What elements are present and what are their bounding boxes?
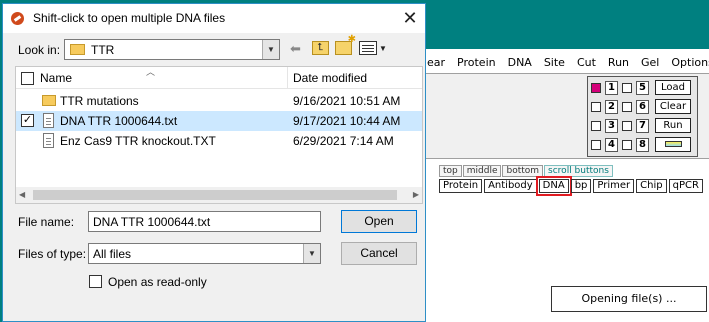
file-type-label: Files of type:: [18, 247, 87, 261]
cancel-button[interactable]: Cancel: [341, 242, 417, 265]
lane-4-number: 4: [605, 138, 618, 152]
gel-image-icon: [665, 141, 682, 147]
chevron-down-icon[interactable]: ▼: [303, 244, 320, 263]
antibody-button[interactable]: Antibody: [484, 179, 537, 193]
menu-item-gel[interactable]: Gel: [635, 56, 665, 69]
look-in-label: Look in:: [18, 43, 61, 57]
horizontal-scrollbar[interactable]: ◀ ▶: [16, 187, 422, 203]
file-row-ttr-mutations[interactable]: TTR mutations 9/16/2021 10:51 AM: [16, 91, 422, 111]
file-type-value: All files: [93, 247, 132, 261]
file-date: 9/17/2021 10:44 AM: [293, 114, 401, 128]
lane-6-checkbox[interactable]: [622, 102, 632, 112]
gel-image-button[interactable]: [655, 137, 691, 152]
tab-bottom[interactable]: bottom: [502, 165, 544, 177]
chevron-down-icon[interactable]: ▼: [262, 40, 279, 59]
folder-icon: [70, 44, 85, 55]
close-icon[interactable]: ✕: [395, 4, 425, 33]
clear-button[interactable]: Clear: [655, 99, 691, 114]
file-date: 9/16/2021 10:51 AM: [293, 94, 401, 108]
tab-scroll-buttons[interactable]: scroll buttons: [544, 165, 613, 177]
chip-button[interactable]: Chip: [636, 179, 667, 193]
select-all-checkbox[interactable]: [21, 72, 34, 85]
view-menu-icon[interactable]: [359, 41, 377, 55]
new-folder-icon[interactable]: [335, 34, 356, 55]
lane-5-number: 5: [636, 81, 649, 95]
tab-top[interactable]: top: [439, 165, 462, 177]
look-in-dropdown[interactable]: TTR ▼: [64, 39, 280, 60]
app-tab-strip: top middle bottom scroll buttons: [439, 165, 614, 177]
scrollbar-thumb[interactable]: [33, 190, 397, 200]
read-only-checkbox[interactable]: [89, 275, 102, 288]
app-icon: [11, 12, 24, 25]
menu-item-protein[interactable]: Protein: [451, 56, 502, 69]
file-name: Enz Cas9 TTR knockout.TXT: [60, 134, 216, 148]
protein-button[interactable]: Protein: [439, 179, 483, 193]
lane-7-number: 7: [636, 119, 649, 133]
folder-icon: [42, 95, 56, 106]
file-date: 6/29/2021 7:14 AM: [293, 134, 394, 148]
load-button[interactable]: Load: [655, 80, 691, 95]
file-name-label: File name:: [18, 215, 75, 229]
view-dropdown-arrow-icon[interactable]: ▼: [379, 44, 387, 53]
lane-3-number: 3: [605, 119, 618, 133]
menu-item-options[interactable]: Options: [665, 56, 709, 69]
lane-1-checkbox[interactable]: [591, 83, 601, 93]
text-file-icon: [43, 113, 54, 128]
run-button[interactable]: Run: [655, 118, 691, 133]
file-row-dna-ttr[interactable]: ✓ DNA TTR 1000644.txt 9/17/2021 10:44 AM: [16, 111, 422, 131]
scroll-right-icon[interactable]: ▶: [413, 190, 419, 199]
menu-item-run[interactable]: Run: [602, 56, 635, 69]
scroll-left-icon[interactable]: ◀: [19, 190, 25, 199]
column-header-date[interactable]: Date modified: [293, 71, 367, 85]
look-in-value: TTR: [91, 43, 115, 57]
column-divider[interactable]: [287, 67, 288, 89]
lane-8-number: 8: [636, 138, 649, 152]
lane-4-checkbox[interactable]: [591, 140, 601, 150]
back-arrow-icon[interactable]: ⬅: [290, 41, 301, 57]
lane-6-number: 6: [636, 100, 649, 114]
menu-item-cut[interactable]: Cut: [571, 56, 602, 69]
tab-middle[interactable]: middle: [462, 165, 502, 177]
lane-2-number: 2: [605, 100, 618, 114]
dna-button[interactable]: DNA: [535, 176, 572, 196]
file-type-dropdown[interactable]: All files ▼: [88, 243, 321, 264]
lane-8-checkbox[interactable]: [622, 140, 632, 150]
app-button-row: Protein Antibody DNA bp Primer Chip qPCR: [439, 176, 705, 196]
file-list[interactable]: Name ︿ Date modified TTR mutations 9/16/…: [15, 66, 423, 204]
file-name-input[interactable]: DNA TTR 1000644.txt: [88, 211, 321, 232]
up-folder-icon[interactable]: ⮤: [312, 41, 329, 55]
gel-lane-panel: 1 5 2 6 3 7 4 8 Load Clear Run: [587, 76, 698, 157]
open-button[interactable]: Open: [341, 210, 417, 233]
dialog-title: Shift-click to open multiple DNA files: [33, 11, 226, 25]
column-header-name[interactable]: Name: [40, 71, 72, 85]
file-name: DNA TTR 1000644.txt: [60, 114, 178, 128]
read-only-label: Open as read-only: [108, 275, 207, 289]
lane-1-number: 1: [605, 81, 618, 95]
opening-files-status: Opening file(s) ...: [551, 286, 707, 312]
bp-button[interactable]: bp: [570, 179, 592, 193]
primer-button[interactable]: Primer: [593, 179, 635, 193]
file-list-header: Name ︿ Date modified: [16, 67, 422, 89]
row-checkbox-checked[interactable]: ✓: [21, 114, 34, 127]
open-file-dialog: Shift-click to open multiple DNA files ✕…: [2, 3, 426, 322]
text-file-icon: [43, 133, 54, 148]
sort-ascending-icon: ︿: [146, 67, 156, 77]
menu-item-dna[interactable]: DNA: [502, 56, 538, 69]
menu-item-site[interactable]: Site: [538, 56, 571, 69]
lane-2-checkbox[interactable]: [591, 102, 601, 112]
lane-5-checkbox[interactable]: [622, 83, 632, 93]
file-name: TTR mutations: [60, 94, 139, 108]
file-row-enz-cas9[interactable]: Enz Cas9 TTR knockout.TXT 6/29/2021 7:14…: [16, 131, 422, 151]
lane-3-checkbox[interactable]: [591, 121, 601, 131]
lane-7-checkbox[interactable]: [622, 121, 632, 131]
dialog-titlebar[interactable]: Shift-click to open multiple DNA files ✕: [3, 4, 425, 33]
qpcr-button[interactable]: qPCR: [668, 179, 703, 193]
